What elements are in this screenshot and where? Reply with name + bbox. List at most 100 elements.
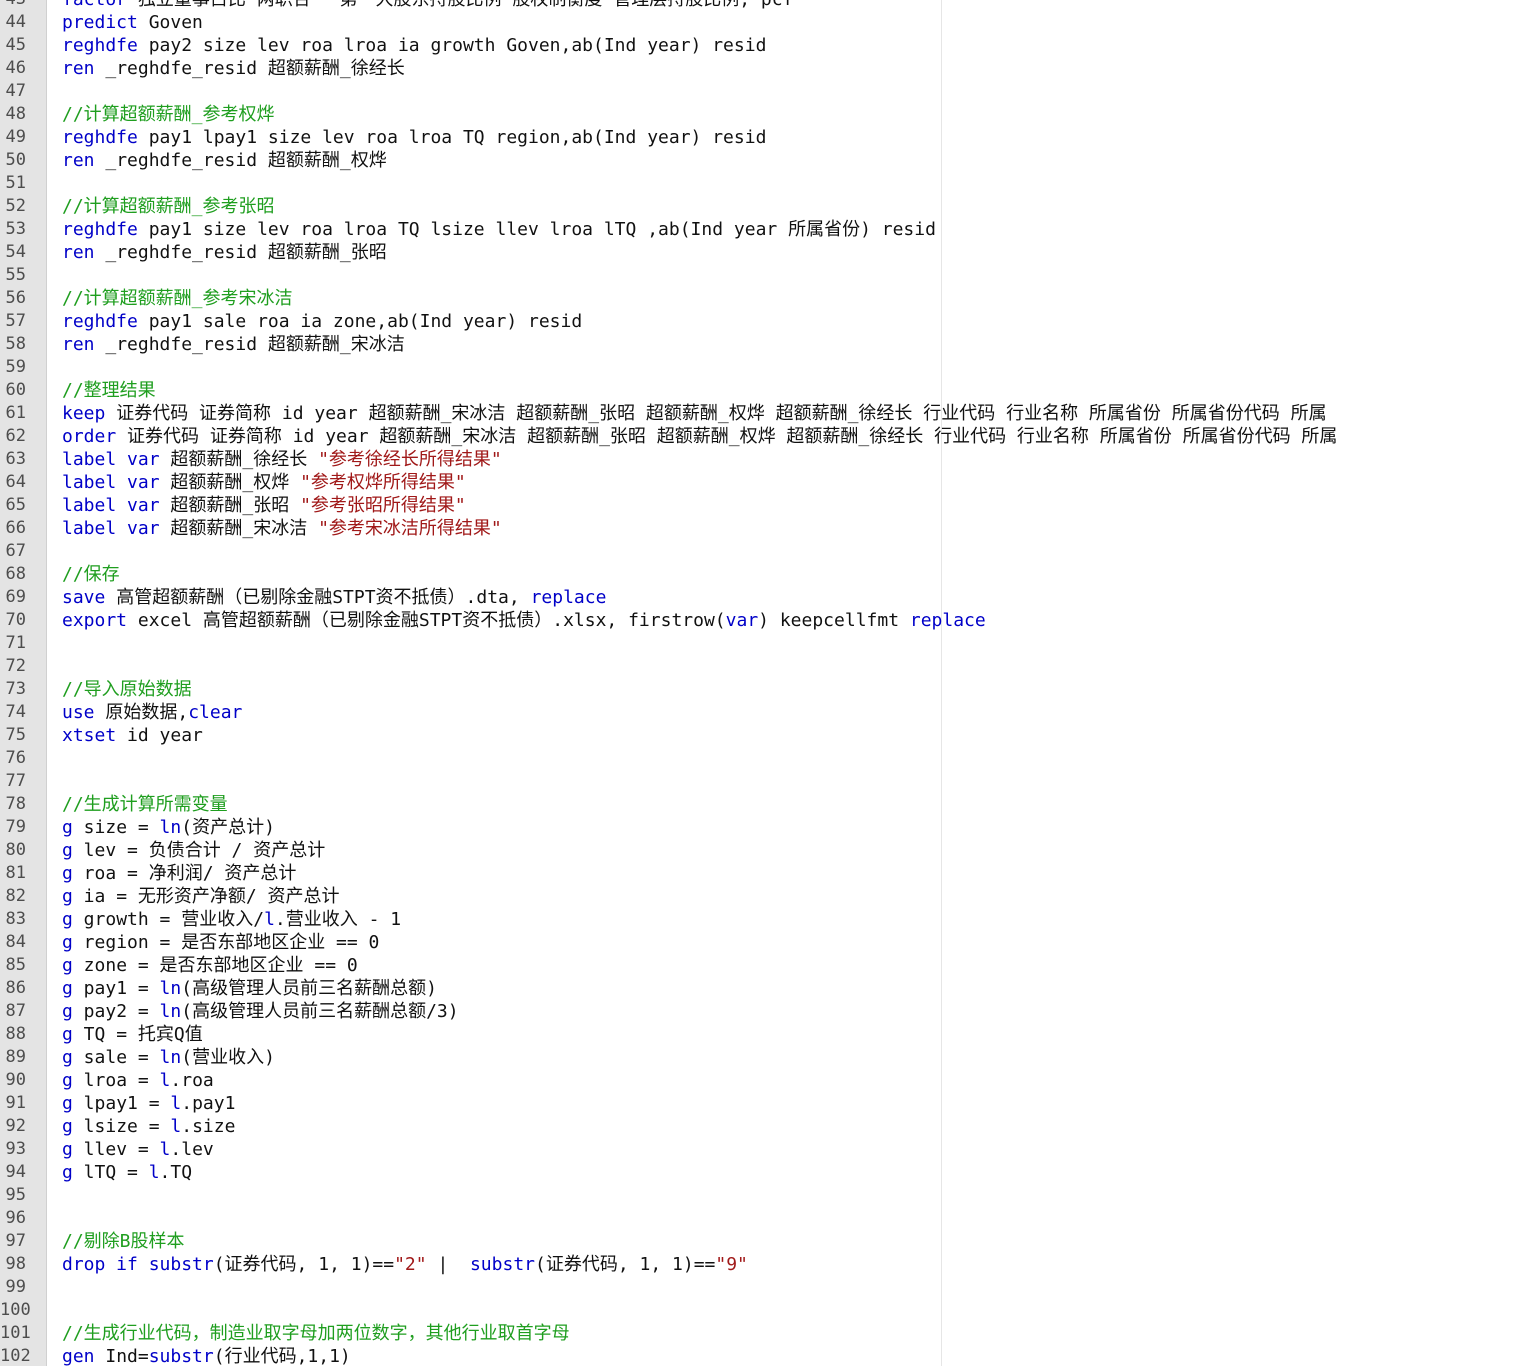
code-line[interactable]: 49 reghdfe pay1 lpay1 size lev roa lroa T… xyxy=(0,126,1536,149)
code-content: save 高管超额薪酬（已剔除金融STPT资不抵债）.dta, replace xyxy=(62,586,606,609)
code-line[interactable]: 88 g TQ = 托宾Q值 xyxy=(0,1023,1536,1046)
code-line[interactable]: 47 xyxy=(0,80,1536,103)
code-line[interactable]: 91 g lpay1 = l.pay1 xyxy=(0,1092,1536,1115)
code-line[interactable]: 76 xyxy=(0,747,1536,770)
code-line[interactable]: 83 g growth = 营业收入/l.营业收入 - 1 xyxy=(0,908,1536,931)
code-line[interactable]: 54 ren _reghdfe_resid 超额薪酬_张昭 xyxy=(0,241,1536,264)
line-number: 99 xyxy=(5,1277,26,1297)
code-line[interactable]: 81 g roa = 净利润/ 资产总计 xyxy=(0,862,1536,885)
code-line[interactable]: 75 xtset id year xyxy=(0,724,1536,747)
line-number: 50 xyxy=(5,150,26,170)
code-line[interactable]: 68 //保存 xyxy=(0,563,1536,586)
code-line[interactable]: 46 ren _reghdfe_resid 超额薪酬_徐经长 xyxy=(0,57,1536,80)
code-content: predict Goven xyxy=(62,11,203,34)
code-content: g lsize = l.size xyxy=(62,1115,235,1138)
code-line[interactable]: 84 g region = 是否东部地区企业 == 0 xyxy=(0,931,1536,954)
code-line[interactable]: 56 //计算超额薪酬_参考宋冰洁 xyxy=(0,287,1536,310)
code-line[interactable]: 71 xyxy=(0,632,1536,655)
code-line[interactable]: 72 xyxy=(0,655,1536,678)
code-comment: //保存 xyxy=(62,564,120,585)
code-content: g lTQ = l.TQ xyxy=(62,1161,192,1184)
code-keyword: factor xyxy=(62,0,127,10)
code-keyword: reghdfe xyxy=(62,311,138,332)
code-line[interactable]: 90 g lroa = l.roa xyxy=(0,1069,1536,1092)
code-line[interactable]: 101 //生成行业代码，制造业取字母加两位数字，其他行业取首字母 xyxy=(0,1322,1536,1345)
code-line[interactable]: 62 order 证券代码 证券简称 id year 超额薪酬_宋冰洁 超额薪酬_… xyxy=(0,425,1536,448)
code-line[interactable]: 102 gen Ind=substr(行业代码,1,1) xyxy=(0,1345,1536,1366)
code-line[interactable]: 61 keep 证券代码 证券简称 id year 超额薪酬_宋冰洁 超额薪酬_张… xyxy=(0,402,1536,425)
code-line[interactable]: 53 reghdfe pay1 size lev roa lroa TQ lsiz… xyxy=(0,218,1536,241)
code-content: reghdfe pay1 size lev roa lroa TQ lsize … xyxy=(62,218,936,241)
code-line[interactable]: 69 save 高管超额薪酬（已剔除金融STPT资不抵债）.dta, replac… xyxy=(0,586,1536,609)
code-line[interactable]: 97 //剔除B股样本 xyxy=(0,1230,1536,1253)
code-text: pay1 = xyxy=(72,978,160,999)
code-keyword: save xyxy=(62,587,106,608)
code-text: 超额薪酬_张昭 xyxy=(159,495,301,516)
code-content: //整理结果 xyxy=(62,379,156,402)
line-number: 44 xyxy=(5,12,26,32)
code-text: (营业收入) xyxy=(181,1047,275,1068)
code-line[interactable]: 85 g zone = 是否东部地区企业 == 0 xyxy=(0,954,1536,977)
line-number: 80 xyxy=(5,840,26,860)
code-text: pay2 = xyxy=(72,1001,160,1022)
code-line[interactable]: 51 xyxy=(0,172,1536,195)
code-line[interactable]: 79 g size = ln(资产总计) xyxy=(0,816,1536,839)
code-line[interactable]: 87 g pay2 = ln(高级管理人员前三名薪酬总额/3) xyxy=(0,1000,1536,1023)
code-line[interactable]: 78 //生成计算所需变量 xyxy=(0,793,1536,816)
code-line[interactable]: 92 g lsize = l.size xyxy=(0,1115,1536,1138)
code-keyword: label var xyxy=(62,472,160,493)
code-line[interactable]: 96 xyxy=(0,1207,1536,1230)
code-text: Ind= xyxy=(94,1346,149,1366)
code-line[interactable]: 82 g ia = 无形资产净额/ 资产总计 xyxy=(0,885,1536,908)
code-text: lTQ = xyxy=(72,1162,149,1183)
code-line[interactable]: 60 //整理结果 xyxy=(0,379,1536,402)
code-line[interactable]: 100 xyxy=(0,1299,1536,1322)
code-line[interactable]: 43 factor 独立董事占比 两职合一 第一大股东持股比例 股权制衡度 管理层… xyxy=(0,0,1536,11)
code-line[interactable]: 55 xyxy=(0,264,1536,287)
code-line[interactable]: 57 reghdfe pay1 sale roa ia zone,ab(Ind y… xyxy=(0,310,1536,333)
code-keyword: g xyxy=(62,1070,73,1091)
code-line[interactable]: 66 label var 超额薪酬_宋冰洁 "参考宋冰洁所得结果" xyxy=(0,517,1536,540)
code-string: "参考宋冰洁所得结果" xyxy=(318,518,502,539)
line-number: 65 xyxy=(5,495,26,515)
code-line[interactable]: 63 label var 超额薪酬_徐经长 "参考徐经长所得结果" xyxy=(0,448,1536,471)
code-line[interactable]: 65 label var 超额薪酬_张昭 "参考张昭所得结果" xyxy=(0,494,1536,517)
code-content: label var 超额薪酬_徐经长 "参考徐经长所得结果" xyxy=(62,448,502,471)
code-keyword: ren xyxy=(62,334,95,355)
code-content: label var 超额薪酬_宋冰洁 "参考宋冰洁所得结果" xyxy=(62,517,502,540)
code-line[interactable]: 95 xyxy=(0,1184,1536,1207)
line-number: 88 xyxy=(5,1024,26,1044)
code-content: //生成行业代码，制造业取字母加两位数字，其他行业取首字母 xyxy=(62,1322,570,1345)
code-line[interactable]: 99 xyxy=(0,1276,1536,1299)
line-number: 56 xyxy=(5,288,26,308)
code-line[interactable]: 94 g lTQ = l.TQ xyxy=(0,1161,1536,1184)
code-line[interactable]: 48 //计算超额薪酬_参考权烨 xyxy=(0,103,1536,126)
code-comment: //计算超额薪酬_参考张昭 xyxy=(62,196,275,217)
code-line[interactable]: 70 export excel 高管超额薪酬（已剔除金融STPT资不抵债）.xls… xyxy=(0,609,1536,632)
code-line[interactable]: 59 xyxy=(0,356,1536,379)
code-line[interactable]: 89 g sale = ln(营业收入) xyxy=(0,1046,1536,1069)
code-line[interactable]: 93 g llev = l.lev xyxy=(0,1138,1536,1161)
code-line[interactable]: 86 g pay1 = ln(高级管理人员前三名薪酬总额) xyxy=(0,977,1536,1000)
code-editor[interactable]: 43 factor 独立董事占比 两职合一 第一大股东持股比例 股权制衡度 管理层… xyxy=(0,0,1536,1366)
code-text: | xyxy=(426,1254,470,1275)
code-text: (高级管理人员前三名薪酬总额/3) xyxy=(181,1001,459,1022)
code-line[interactable]: 77 xyxy=(0,770,1536,793)
line-number: 55 xyxy=(5,265,26,285)
code-line[interactable]: 50 ren _reghdfe_resid 超额薪酬_权烨 xyxy=(0,149,1536,172)
code-line[interactable]: 52 //计算超额薪酬_参考张昭 xyxy=(0,195,1536,218)
line-number: 86 xyxy=(5,978,26,998)
code-line[interactable]: 74 use 原始数据,clear xyxy=(0,701,1536,724)
code-line[interactable]: 44 predict Goven xyxy=(0,11,1536,34)
code-line[interactable]: 45 reghdfe pay2 size lev roa lroa ia grow… xyxy=(0,34,1536,57)
code-line[interactable]: 67 xyxy=(0,540,1536,563)
code-line[interactable]: 73 //导入原始数据 xyxy=(0,678,1536,701)
code-content: ren _reghdfe_resid 超额薪酬_徐经长 xyxy=(62,57,405,80)
code-text: size = xyxy=(72,817,160,838)
code-line[interactable]: 58 ren _reghdfe_resid 超额薪酬_宋冰洁 xyxy=(0,333,1536,356)
code-line[interactable]: 80 g lev = 负债合计 / 资产总计 xyxy=(0,839,1536,862)
line-number: 101 xyxy=(0,1323,31,1343)
code-text: id year xyxy=(116,725,203,746)
code-line[interactable]: 64 label var 超额薪酬_权烨 "参考权烨所得结果" xyxy=(0,471,1536,494)
code-line[interactable]: 98 drop if substr(证券代码, 1, 1)=="2" | subs… xyxy=(0,1253,1536,1276)
